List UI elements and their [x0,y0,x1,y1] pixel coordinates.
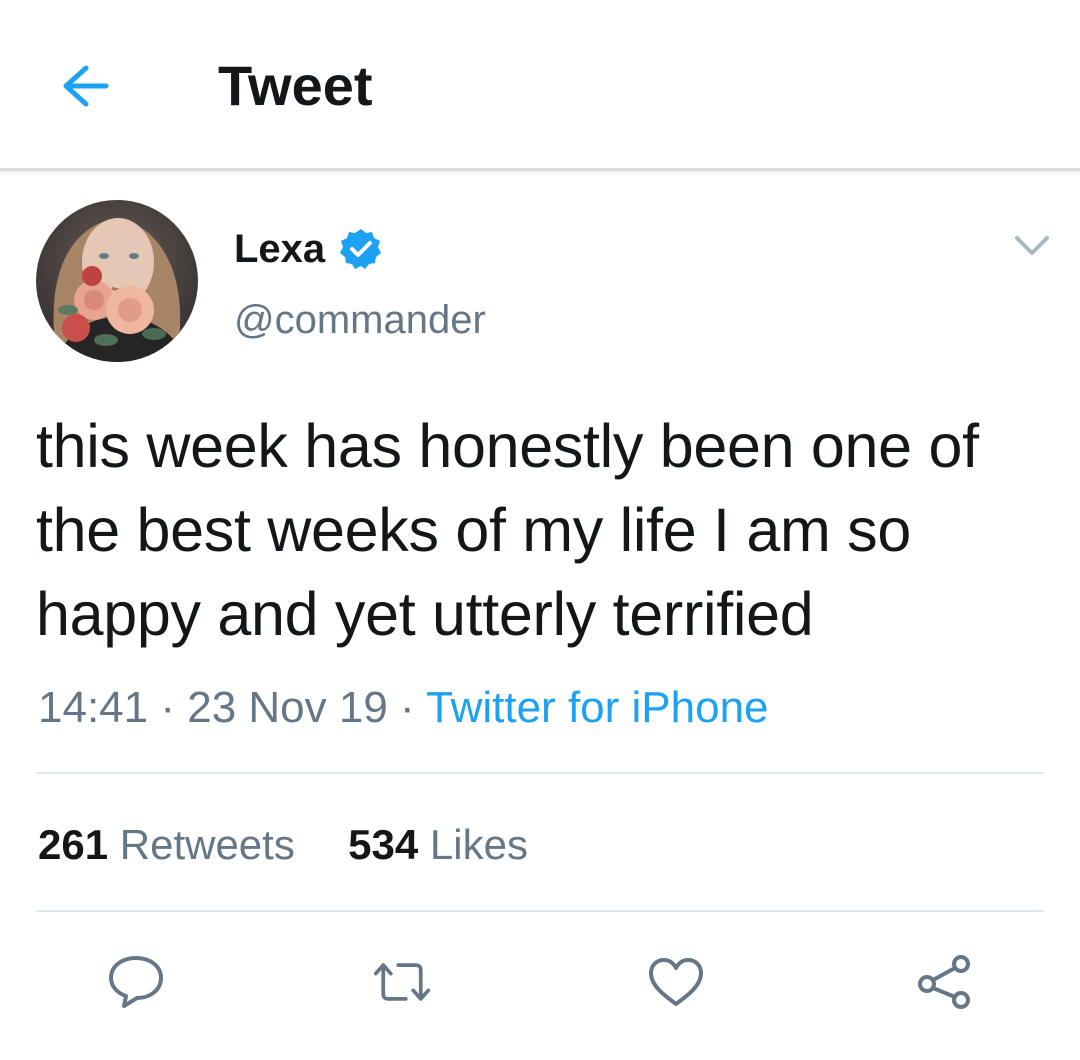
tweet-time: 14:41 [38,683,149,732]
avatar-photo [36,200,198,362]
retweet-icon [373,963,431,1001]
meta-separator: · [400,683,415,732]
likes-count: 534 [348,821,419,868]
meta-separator: · [160,683,175,732]
retweets-stat[interactable]: 261 Retweets [38,818,295,872]
tweet-source-link[interactable]: Twitter for iPhone [426,683,768,732]
verified-badge-icon [339,227,383,271]
page-title: Tweet [218,54,373,117]
tweet-options-button[interactable] [1010,228,1054,264]
retweets-label: Retweets [119,821,295,868]
likes-stat[interactable]: 534 Likes [348,818,528,872]
tweet-date: 23 Nov 19 [187,683,388,732]
tweet-stats: 261 Retweets 534 Likes [38,818,528,872]
likes-label: Likes [429,821,528,868]
retweet-button[interactable] [372,952,432,1012]
reply-button[interactable] [106,952,166,1012]
chevron-down-icon [1015,236,1049,255]
divider [36,910,1044,912]
author-handle[interactable]: @commander [234,294,486,346]
tweet-text: this week has honestly been one of the b… [36,412,979,648]
top-app-bar: Tweet [0,0,1080,171]
arrow-left-icon [63,65,109,107]
author-display-name[interactable]: Lexa [234,224,325,274]
like-button[interactable] [646,952,706,1012]
divider [36,772,1044,774]
speech-bubble-icon [109,956,163,1008]
share-button[interactable] [914,952,974,1012]
tweet-meta: 14:41 · 23 Nov 19 · Twitter for iPhone [38,680,769,736]
share-icon [918,955,970,1009]
author-name-row[interactable]: Lexa [234,224,383,274]
avatar[interactable] [36,200,198,362]
heart-icon [649,958,703,1006]
retweets-count: 261 [38,821,109,868]
back-button[interactable] [52,56,116,116]
